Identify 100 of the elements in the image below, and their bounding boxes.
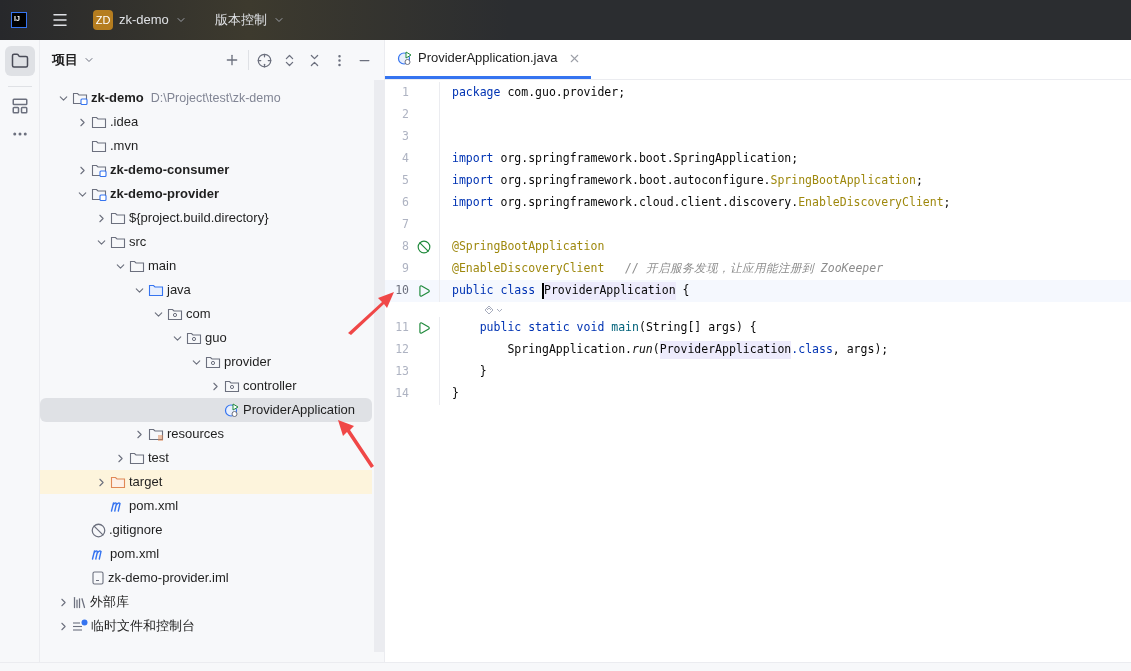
library-icon xyxy=(72,594,87,610)
tree-item-label: guo xyxy=(205,329,227,348)
tree-item-label: zk-demo-provider xyxy=(110,185,220,204)
folder-icon xyxy=(91,139,107,153)
line-number: 8 xyxy=(401,238,409,256)
folder-icon xyxy=(91,115,107,129)
bean-icon[interactable] xyxy=(417,240,431,254)
line-number: 3 xyxy=(401,128,409,146)
module-folder-icon xyxy=(91,163,107,177)
add-icon[interactable] xyxy=(224,52,240,68)
folder-icon xyxy=(129,259,145,273)
project-switcher[interactable]: ZD zk-demo xyxy=(93,10,187,30)
spring-class-icon xyxy=(224,402,240,418)
project-badge: ZD xyxy=(93,10,113,30)
tree-row[interactable]: 临时文件和控制台 xyxy=(40,614,372,638)
tree-row[interactable]: pom.xml xyxy=(40,542,372,566)
editor-tab[interactable]: ProviderApplication.java xyxy=(385,40,592,79)
tree-row[interactable]: zk-demo-provider xyxy=(40,182,372,206)
tree-row[interactable]: zk-demo D:\Project\test\zk-demo xyxy=(40,86,372,110)
tree-item-label: zk-demo-consumer xyxy=(110,161,230,180)
folder-icon xyxy=(129,451,145,465)
tree-item-label: 外部库 xyxy=(90,593,129,612)
tree-row[interactable]: .mvn xyxy=(40,134,372,158)
tree-item-label: java xyxy=(167,281,191,300)
tree-row[interactable]: pom.xml xyxy=(40,494,372,518)
tree-item-path: D:\Project\test\zk-demo xyxy=(150,89,281,107)
tree-item-label: resources xyxy=(167,425,225,444)
file-icon xyxy=(91,571,105,585)
folder-icon xyxy=(148,283,164,297)
line-number: 1 xyxy=(401,84,409,102)
tree-item-label: ProviderApplication xyxy=(243,401,355,420)
scrollbar[interactable] xyxy=(374,80,384,652)
panel-title-dropdown[interactable]: 项目 xyxy=(52,50,95,70)
tree-row[interactable]: .gitignore xyxy=(40,518,372,542)
tree-row[interactable]: provider xyxy=(40,350,372,374)
tree-item-label: ${project.build.directory} xyxy=(129,209,269,228)
package-icon xyxy=(224,379,240,393)
tree-item-label: zk-demo-provider.iml xyxy=(108,569,229,588)
tree-row[interactable]: target xyxy=(40,470,372,494)
tree-item-label: test xyxy=(148,449,169,468)
line-number: 7 xyxy=(401,216,409,234)
tree-row[interactable]: controller xyxy=(40,374,372,398)
tree-row[interactable]: zk-demo-provider.iml xyxy=(40,566,372,590)
line-number: 11 xyxy=(394,319,409,337)
line-number: 4 xyxy=(401,150,409,168)
tree-item-label: target xyxy=(129,473,163,492)
code-line: } xyxy=(478,363,487,381)
tree-item-label: zk-demo xyxy=(91,89,144,108)
code-line: @EnableDiscoveryClient // 开启服务发现，让应用能注册到 ZooKeeper xyxy=(452,260,884,278)
tree-row[interactable]: ${project.build.directory} xyxy=(40,206,372,230)
tree-row[interactable]: zk-demo-consumer xyxy=(40,158,372,182)
tree-item-label: provider xyxy=(224,353,271,372)
code-line: import org.springframework.boot.SpringApplication; xyxy=(452,150,799,168)
run-icon[interactable] xyxy=(417,284,431,298)
tree-item-label: src xyxy=(129,233,147,252)
folder-icon xyxy=(110,475,126,489)
line-number: 10 xyxy=(394,282,409,300)
tree-row[interactable]: java xyxy=(40,278,372,302)
package-icon xyxy=(167,307,183,321)
code-line: package com.guo.provider; xyxy=(452,84,626,102)
tree-item-label: pom.xml xyxy=(129,497,179,516)
tree-item-label: .gitignore xyxy=(109,521,163,540)
run-icon[interactable] xyxy=(417,321,431,335)
ai-hint-icon[interactable] xyxy=(483,303,505,316)
line-number: 5 xyxy=(401,172,409,190)
tree-row[interactable]: 外部库 xyxy=(40,590,372,614)
folder-icon xyxy=(110,235,126,249)
tree-row[interactable]: test xyxy=(40,446,372,470)
folder-icon xyxy=(110,211,126,225)
module-folder-icon xyxy=(91,187,107,201)
code-line: import org.springframework.boot.autoconfigure.SpringBootApplication; xyxy=(452,172,923,190)
tree-row[interactable]: guo xyxy=(40,326,372,350)
line-number: 13 xyxy=(394,363,409,381)
line-number: 6 xyxy=(401,194,409,212)
tree-row[interactable]: .idea xyxy=(40,110,372,134)
module-folder-icon xyxy=(72,91,88,105)
project-tool-button[interactable] xyxy=(4,46,35,76)
line-number: 2 xyxy=(401,106,409,124)
locate-icon[interactable] xyxy=(257,52,272,68)
tree-row[interactable]: com xyxy=(40,302,372,326)
tree-row[interactable]: src xyxy=(40,230,372,254)
code-line: @SpringBootApplication xyxy=(452,238,605,256)
line-number: 12 xyxy=(394,341,409,359)
tree-item-label: 临时文件和控制台 xyxy=(91,617,195,636)
tree-row[interactable]: main xyxy=(40,254,372,278)
scratch-list-icon xyxy=(72,619,88,633)
menu-icon[interactable] xyxy=(51,11,69,29)
line-number: 14 xyxy=(394,385,409,403)
tree-row[interactable]: ProviderApplication xyxy=(40,398,372,422)
arrow-drawing xyxy=(336,418,376,468)
code-line: } xyxy=(452,385,459,403)
spring-class-icon xyxy=(397,50,413,66)
tree-item-label: .mvn xyxy=(110,137,139,156)
structure-icon[interactable] xyxy=(10,97,29,115)
tree-item-label: com xyxy=(186,305,211,324)
tree-row[interactable]: resources xyxy=(40,422,372,446)
code-line: public static void main(String[] args) { xyxy=(478,319,757,337)
vcs-menu[interactable]: 版本控制 xyxy=(214,10,285,30)
line-number: 9 xyxy=(401,260,409,278)
code-line: import org.springframework.cloud.client.discovery.EnableDiscoveryClient; xyxy=(452,194,951,212)
